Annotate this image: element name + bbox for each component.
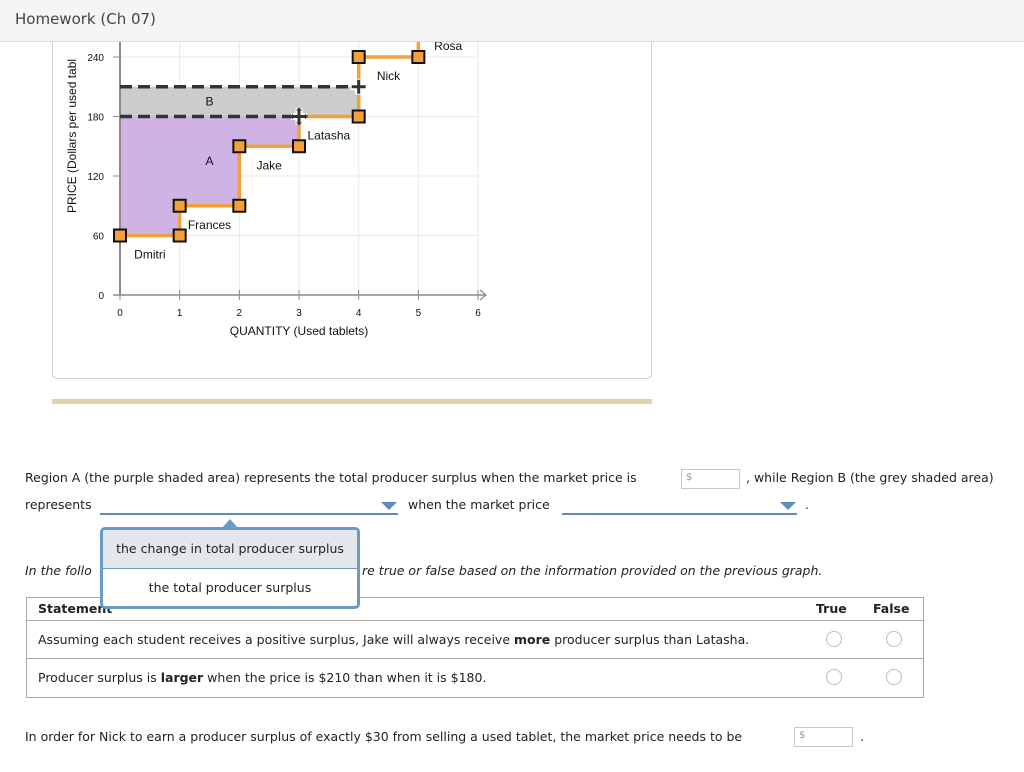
- question1-text-start: Region A (the purple shaded area) repres…: [25, 470, 637, 485]
- supply-point-marker: [172, 198, 187, 213]
- market-price-change-dropdown[interactable]: [562, 497, 797, 515]
- nick-price-input[interactable]: $: [794, 727, 853, 747]
- statement-emphasis: more: [514, 632, 551, 647]
- x-tick-label: 5: [416, 308, 422, 319]
- statement-part: producer surplus than Latasha.: [550, 632, 750, 647]
- producer-surplus-chart[interactable]: 0 60 120 180 240 0 1 2 3 4 5 6 QUANTITY (Used tablet…: [0, 0, 1024, 400]
- header-false: False: [873, 601, 910, 616]
- seller-label-jake: Jake: [256, 158, 282, 172]
- statement-part: Assuming each student receives a positiv…: [38, 632, 514, 647]
- seller-label-nick: Nick: [377, 69, 401, 83]
- y-tick-label: 120: [87, 172, 104, 183]
- x-tick-label: 3: [296, 308, 302, 319]
- y-tick-label: 180: [87, 113, 104, 124]
- region-label-b: B: [205, 95, 213, 109]
- header-true: True: [816, 601, 847, 616]
- table-row: Assuming each student receives a positiv…: [27, 621, 923, 659]
- false-radio[interactable]: [886, 669, 902, 685]
- x-tick-label: 0: [117, 308, 123, 319]
- table-row: Producer surplus is larger when the pric…: [27, 659, 923, 697]
- x-tick-label: 6: [475, 308, 481, 319]
- seller-label-dmitri: Dmitri: [134, 248, 165, 262]
- supply-point-marker: [172, 228, 187, 243]
- question3-end: .: [860, 729, 864, 744]
- dropdown-option-change-in-surplus[interactable]: the change in total producer surplus: [103, 530, 357, 569]
- true-false-table: Statement True False Assuming each stude…: [26, 597, 924, 698]
- seller-label-frances: Frances: [188, 218, 231, 232]
- x-tick-label: 2: [237, 308, 243, 319]
- chevron-down-icon[interactable]: [780, 502, 796, 510]
- dollar-prefix: $: [686, 472, 693, 483]
- chevron-down-icon[interactable]: [381, 502, 397, 510]
- instructions-text-end: re true or false based on the informatio…: [362, 563, 823, 578]
- supply-point-marker: [232, 198, 247, 213]
- surplus-type-dropdown[interactable]: [100, 497, 398, 515]
- statement-text: Producer surplus is larger when the pric…: [38, 670, 486, 686]
- x-axis-title: QUANTITY (Used tablets): [230, 324, 368, 338]
- supply-point-marker: [113, 228, 127, 243]
- true-radio[interactable]: [826, 669, 842, 685]
- y-axis-title: PRICE (Dollars per used tabl: [65, 59, 79, 213]
- y-tick-label: 0: [98, 291, 104, 302]
- dollar-prefix: $: [799, 730, 806, 741]
- x-tick-label: 4: [356, 308, 362, 319]
- supply-point-marker: [232, 139, 247, 154]
- instructions-text-start: In the follo: [25, 563, 92, 578]
- dropdown-options-popup: the change in total producer surplus the…: [100, 527, 360, 609]
- supply-point-marker: [351, 109, 366, 124]
- supply-point-marker: [292, 139, 307, 154]
- true-radio[interactable]: [826, 631, 842, 647]
- dropdown-option-total-surplus[interactable]: the total producer surplus: [103, 569, 357, 606]
- question1-line2-end: .: [805, 497, 809, 512]
- region-b: [120, 86, 359, 117]
- y-tick-label: 60: [93, 232, 105, 243]
- title-bar: Homework (Ch 07): [0, 0, 1024, 42]
- popup-caret: [222, 519, 238, 528]
- statement-part: Producer surplus is: [38, 670, 161, 685]
- question1-line2-middle: when the market price: [408, 497, 550, 512]
- question1-line2-start: represents: [25, 497, 92, 512]
- statement-emphasis: larger: [160, 670, 204, 685]
- supply-point-marker: [411, 50, 426, 64]
- question1-text-end: , while Region B (the grey shaded area): [746, 470, 994, 485]
- region-label-a: A: [205, 154, 213, 168]
- x-tick-label: 1: [177, 308, 183, 319]
- statement-part: when the price is $210 than when it is $…: [203, 670, 487, 685]
- false-radio[interactable]: [886, 631, 902, 647]
- page-title: Homework (Ch 07): [15, 10, 156, 28]
- market-price-input[interactable]: $: [681, 469, 740, 489]
- y-tick-label: 240: [87, 53, 104, 64]
- seller-label-latasha: Latasha: [307, 129, 350, 143]
- question3-text: In order for Nick to earn a producer sur…: [25, 729, 743, 744]
- supply-point-marker: [351, 50, 366, 64]
- statement-text: Assuming each student receives a positiv…: [38, 632, 749, 648]
